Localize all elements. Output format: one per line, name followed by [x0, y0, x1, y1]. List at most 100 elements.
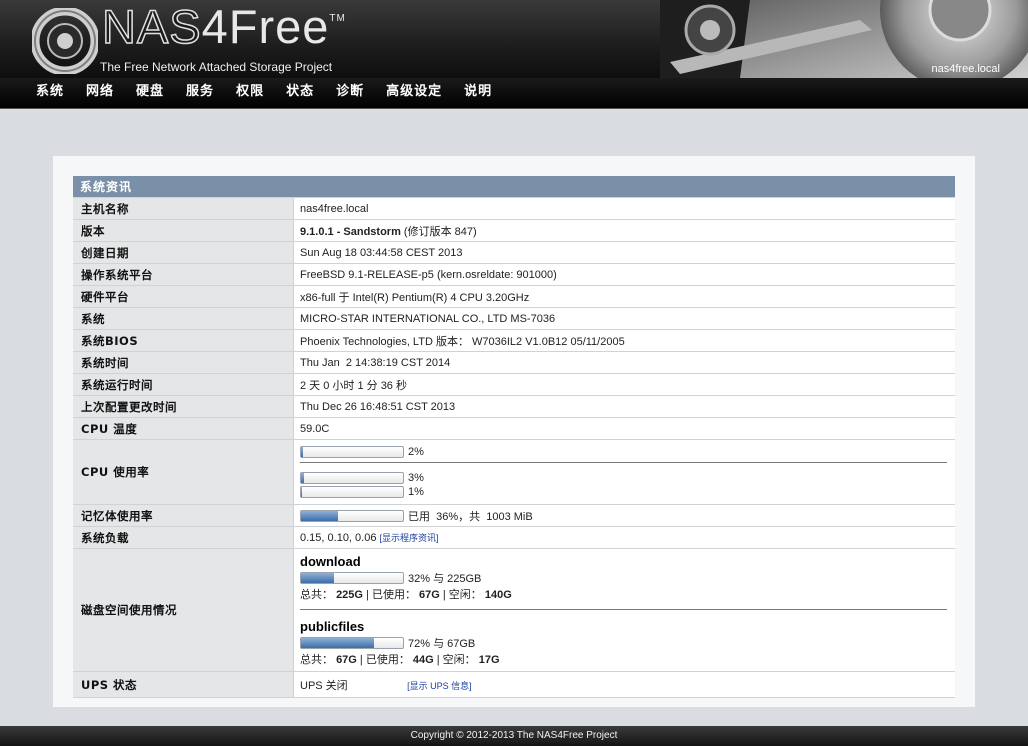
cpu-core-0-text: 3%	[408, 471, 424, 484]
row-cpu-usage: CPU 使用率 2% 3% 1%	[73, 439, 955, 505]
cpu-core-0-bar	[300, 471, 404, 484]
row-system: 系统 MICRO-STAR INTERNATIONAL CO., LTD MS-…	[73, 307, 955, 330]
label-uptime: 系统运行时间	[73, 373, 294, 396]
disk-download: download 32% 与 225GB 总共： 225G | 已使用： 67G…	[300, 554, 955, 602]
show-process-info-link[interactable]: [显示程序资讯]	[380, 533, 439, 543]
row-memory: 记忆体使用率 已用 36%，共 1003 MiB	[73, 504, 955, 527]
cpu-core-1-fill	[301, 486, 303, 497]
disk-0-pct: 32% 与 225GB	[408, 573, 482, 585]
row-disk-usage: 磁盘空间使用情况 download 32% 与 225GB 总共： 225G |…	[73, 548, 955, 672]
disk-1-bar-row: 72% 与 67GB	[300, 635, 955, 651]
label-bios: 系统BIOS	[73, 329, 294, 352]
cpu-core-0-fill	[301, 472, 305, 483]
value-load: 0.15, 0.10, 0.06 [显示程序资讯]	[293, 526, 955, 549]
label-build-date: 创建日期	[73, 241, 294, 264]
nav-item-8[interactable]: 说明	[464, 78, 492, 105]
label-disk-usage: 磁盘空间使用情况	[73, 548, 294, 672]
logo-4free: 4Free	[201, 0, 330, 53]
label-sys-time: 系统时间	[73, 351, 294, 374]
value-build-date: Sun Aug 18 03:44:58 CEST 2013	[293, 241, 955, 264]
disk-0-total: 225G	[336, 589, 363, 601]
memory-fill	[301, 510, 338, 521]
ups-status: UPS 关闭	[300, 679, 348, 692]
disk-1-total: 67G	[336, 654, 357, 666]
value-ups: UPS 关闭 [显示 UPS 信息]	[293, 671, 955, 698]
cpu-separator	[300, 462, 947, 464]
row-hw-platform: 硬件平台 x86-full 于 Intel(R) Pentium(R) 4 CP…	[73, 285, 955, 308]
logo-text: NAS4FreeTM	[101, 0, 346, 54]
row-uptime: 系统运行时间 2 天 0 小时 1 分 36 秒	[73, 373, 955, 396]
disk-0-bar-row: 32% 与 225GB	[300, 570, 955, 586]
nav-item-6[interactable]: 诊断	[336, 78, 364, 105]
value-memory: 已用 36%，共 1003 MiB	[293, 504, 955, 527]
version-number: 9.1.0.1 - Sandstorm	[300, 225, 401, 238]
row-bios: 系统BIOS Phoenix Technologies, LTD 版本： W70…	[73, 329, 955, 352]
row-sys-time: 系统时间 Thu Jan 2 14:38:19 CST 2014	[73, 351, 955, 374]
disk-0-used: 67G	[419, 589, 440, 601]
logo-ring-icon	[32, 8, 98, 74]
value-hostname: nas4free.local	[293, 197, 955, 220]
value-uptime: 2 天 0 小时 1 分 36 秒	[293, 373, 955, 396]
nav-item-0[interactable]: 系统	[36, 78, 64, 105]
disk-0-fill	[301, 573, 334, 583]
label-os-platform: 操作系统平台	[73, 263, 294, 286]
main-nav: 系统 网络 硬盘 服务 权限 状态 诊断 高级设定 说明	[0, 78, 1028, 109]
disk-1-bar	[300, 637, 404, 649]
disk-1-name: publicfiles	[300, 619, 365, 634]
nav-item-5[interactable]: 状态	[286, 78, 314, 105]
nav-item-2[interactable]: 硬盘	[136, 78, 164, 105]
cpu-total-fill	[301, 447, 304, 458]
row-ups: UPS 状态 UPS 关闭 [显示 UPS 信息]	[73, 671, 955, 698]
logo-nas: NAS	[101, 0, 202, 54]
disk-1-free-label: | 空闲：	[436, 654, 476, 666]
disk-0-total-label: 总共：	[300, 589, 333, 601]
logo[interactable]: NAS4FreeTM The Free Network Attached Sto…	[30, 0, 350, 75]
label-cpu-temp: CPU 温度	[73, 417, 294, 440]
value-hw-platform: x86-full 于 Intel(R) Pentium(R) 4 CPU 3.2…	[293, 285, 955, 308]
label-system: 系统	[73, 307, 294, 330]
nav-item-1[interactable]: 网络	[86, 78, 114, 105]
disk-1-used: 44G	[412, 654, 434, 666]
logo-tm: TM	[329, 13, 346, 24]
header: NAS4FreeTM The Free Network Attached Sto…	[0, 0, 1028, 78]
memory-text: 已用 36%，共 1003 MiB	[408, 510, 533, 523]
nav-item-4[interactable]: 权限	[236, 78, 264, 105]
cpu-total-bar	[300, 446, 404, 459]
nav-item-7[interactable]: 高级设定	[386, 78, 442, 105]
row-build-date: 创建日期 Sun Aug 18 03:44:58 CEST 2013	[73, 241, 955, 264]
disk-1-total-label: 总共：	[300, 654, 333, 666]
value-os-platform: FreeBSD 9.1-RELEASE-p5 (kern.osreldate: …	[293, 263, 955, 286]
label-last-config: 上次配置更改时间	[73, 395, 294, 418]
value-cpu-usage: 2% 3% 1%	[293, 439, 955, 505]
value-bios: Phoenix Technologies, LTD 版本： W7036IL2 V…	[293, 329, 955, 352]
label-hostname: 主机名称	[73, 197, 294, 220]
row-cpu-temp: CPU 温度 59.0C	[73, 417, 955, 440]
system-info-table: 系统资讯 主机名称 nas4free.local 版本 9.1.0.1 - Sa…	[73, 176, 955, 698]
row-hostname: 主机名称 nas4free.local	[73, 197, 955, 220]
cpu-core-1-text: 1%	[408, 485, 424, 498]
disk-separator	[300, 609, 947, 610]
nav-item-3[interactable]: 服务	[186, 78, 214, 105]
cpu-core-0: 3%	[300, 471, 955, 484]
tagline: The Free Network Attached Storage Projec…	[100, 60, 333, 74]
cpu-total: 2%	[300, 446, 955, 459]
disk-0-used-label: | 已使用：	[366, 589, 416, 601]
label-cpu-usage: CPU 使用率	[73, 439, 294, 505]
disk-1-free: 17G	[478, 654, 500, 666]
row-version: 版本 9.1.0.1 - Sandstorm (修订版本 847)	[73, 219, 955, 242]
disk-publicfiles: publicfiles 72% 与 67GB 总共： 67G | 已使用： 44…	[300, 619, 955, 667]
value-system: MICRO-STAR INTERNATIONAL CO., LTD MS-703…	[293, 307, 955, 330]
cpu-core-1-bar	[300, 485, 404, 498]
cpu-total-text: 2%	[408, 446, 424, 459]
disk-0-bar	[300, 572, 404, 584]
value-version: 9.1.0.1 - Sandstorm (修订版本 847)	[293, 219, 955, 242]
load-value: 0.15, 0.10, 0.06	[300, 532, 377, 544]
value-disk-usage: download 32% 与 225GB 总共： 225G | 已使用： 67G…	[293, 548, 955, 672]
label-ups: UPS 状态	[73, 671, 294, 698]
disk-0-name: download	[300, 554, 361, 569]
disk-1-fill	[301, 638, 375, 648]
disk-1-used-label: | 已使用：	[359, 654, 410, 666]
show-ups-info-link[interactable]: [显示 UPS 信息]	[407, 681, 472, 691]
cpu-core-1: 1%	[300, 485, 955, 498]
disk-0-stats: 总共： 225G | 已使用： 67G | 空闲： 140G	[300, 586, 955, 602]
